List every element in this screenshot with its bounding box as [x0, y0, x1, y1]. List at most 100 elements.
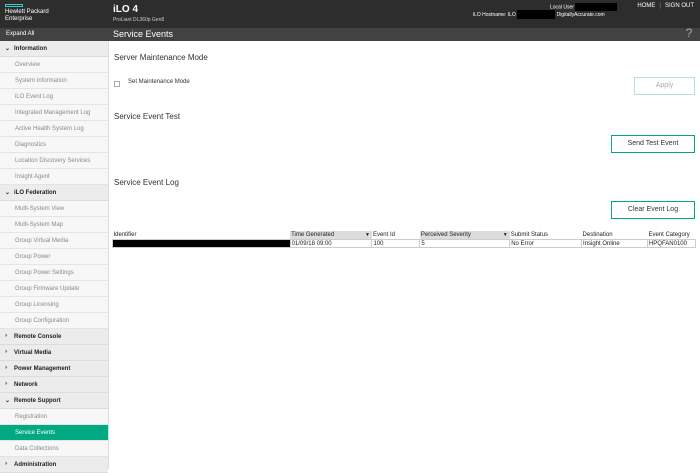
sidebar-item-overview[interactable]: Overview: [0, 57, 108, 73]
product-name: iLO 4: [113, 4, 139, 15]
chevron-right-icon: ›: [5, 349, 7, 355]
expand-all-link[interactable]: Expand All: [6, 31, 34, 37]
maintenance-mode-label: Set Maintenance Mode: [128, 79, 190, 85]
sidebar-item-label: iLO Event Log: [15, 94, 54, 100]
home-link[interactable]: HOME: [637, 3, 655, 9]
chevron-down-icon: ⌄: [5, 46, 11, 52]
sidebar-item-registration[interactable]: Registration: [0, 409, 108, 425]
column-header-identifier[interactable]: Identifier: [113, 231, 291, 240]
sidebar-item-multi-system-view[interactable]: Multi-System View: [0, 201, 108, 217]
sidebar-item-group-configuration[interactable]: Group Configuration: [0, 313, 108, 329]
redacted-block: [517, 10, 556, 19]
table-cell-identifier: [112, 239, 291, 248]
sidebar-item-system-information[interactable]: System Information: [0, 73, 108, 89]
hostname-label: iLO Hostname: ILO: [473, 11, 516, 18]
sidebar-group-remote-support[interactable]: ⌄ Remote Support: [0, 393, 108, 409]
sidebar-item-multi-system-map[interactable]: Multi-System Map: [0, 217, 108, 233]
log-title: Service Event Log: [114, 178, 179, 187]
sidebar-item-insight-agent[interactable]: Insight Agent: [0, 169, 108, 185]
sidebar-item-label: Service Events: [15, 430, 56, 436]
table-cell-destination: Insight Online: [581, 239, 648, 248]
help-icon[interactable]: ?: [683, 26, 695, 40]
redacted-block: [575, 3, 618, 11]
sidebar-item-label: Multi-System Map: [15, 222, 64, 228]
hpe-logo: Hewlett Packard Enterprise: [5, 4, 75, 23]
column-header-label: Time Generated: [291, 232, 335, 238]
clear-event-log-button[interactable]: Clear Event Log: [611, 201, 695, 219]
sidebar-item-active-health-system-log[interactable]: Active Health System Log: [0, 121, 108, 137]
sidebar-group-power-management[interactable]: › Power Management: [0, 361, 108, 377]
sidebar-item-label: Diagnostics: [15, 142, 47, 148]
page-title: Service Events: [113, 29, 174, 39]
sidebar-item-label: Active Health System Log: [15, 126, 84, 132]
chevron-right-icon: ›: [5, 333, 7, 339]
sidebar-group-label: Power Management: [14, 366, 71, 372]
sidebar-item-integrated-management-log[interactable]: Integrated Management Log: [0, 105, 108, 121]
top-links: HOME | SIGN OUT: [637, 3, 694, 9]
maintenance-mode-checkbox[interactable]: [114, 81, 120, 87]
sidebar-group-network[interactable]: › Network: [0, 377, 108, 393]
sidebar-group-information[interactable]: ⌄ Information: [0, 41, 108, 57]
column-header-time-generated[interactable]: Time Generated ▼: [290, 231, 372, 240]
server-model: ProLiant DL360p Gen8: [113, 17, 165, 23]
local-user-label: Local User: [550, 4, 574, 11]
sidebar-item-diagnostics[interactable]: Diagnostics: [0, 137, 108, 153]
sidebar-item-location-discovery-services[interactable]: Location Discovery Services: [0, 153, 108, 169]
sidebar-item-data-collections[interactable]: Data Collections: [0, 441, 108, 457]
sidebar-item-label: Group Virtual Media: [15, 238, 69, 244]
sidebar-item-label: Multi-System View: [15, 206, 65, 212]
sidebar-item-label: Location Discovery Services: [15, 158, 91, 164]
sidebar-item-label: Group Power: [15, 254, 51, 260]
sidebar-group-label: Network: [14, 382, 38, 388]
sort-down-icon: ▼: [502, 232, 508, 238]
hpe-logo-mark-icon: [5, 4, 23, 7]
top-bar: Hewlett Packard Enterprise iLO 4 ProLian…: [0, 0, 700, 28]
sidebar-item-label: Group Firmware Update: [15, 286, 80, 292]
column-header-event-category[interactable]: Event Category: [647, 231, 695, 240]
table-row[interactable]: 01/09/18 09:00 100 5 No Error Insight On…: [112, 239, 697, 248]
table-cell-event-id: 100: [371, 239, 421, 248]
sidebar-group-label: iLO Federation: [14, 190, 57, 196]
column-header-perceived-severity[interactable]: Perceived Severity ▼: [419, 231, 510, 240]
sidebar-item-group-firmware-update[interactable]: Group Firmware Update: [0, 281, 108, 297]
chevron-right-icon: ›: [5, 461, 7, 467]
apply-button[interactable]: Apply: [634, 77, 695, 95]
sidebar-group-ilo-federation[interactable]: ⌄ iLO Federation: [0, 185, 108, 201]
local-user: Local User: [550, 3, 618, 11]
sidebar-group-label: Administration: [14, 462, 57, 468]
table-header-row: Identifier Time Generated ▼ Event Id Perc…: [113, 231, 696, 240]
sidebar-item-label: Insight Agent: [15, 174, 50, 180]
sidebar-item-label: Group Licensing: [15, 302, 59, 308]
sidebar-item-label: Group Power Settings: [15, 270, 74, 276]
sidebar-item-ilo-event-log[interactable]: iLO Event Log: [0, 89, 108, 105]
column-header-event-id[interactable]: Event Id: [372, 231, 420, 240]
sidebar-item-group-power[interactable]: Group Power: [0, 249, 108, 265]
sidebar-item-group-licensing[interactable]: Group Licensing: [0, 297, 108, 313]
column-header-submit-status[interactable]: Submit Status: [510, 231, 582, 240]
sidebar-group-administration[interactable]: › Administration: [0, 457, 108, 473]
sidebar-item-label: System Information: [15, 78, 67, 84]
sidebar-group-label: Virtual Media: [14, 350, 52, 356]
sidebar-item-label: Integrated Management Log: [15, 110, 91, 116]
sidebar-item-label: Group Configuration: [15, 318, 70, 324]
sidebar-item-service-events[interactable]: Service Events: [0, 425, 108, 441]
sign-out-link[interactable]: SIGN OUT: [665, 3, 694, 9]
table-cell-event-category: HPQFAN0100: [646, 239, 697, 248]
sidebar-group-virtual-media[interactable]: › Virtual Media: [0, 345, 108, 361]
sidebar-group-label: Remote Console: [14, 334, 62, 340]
sidebar-item-group-power-settings[interactable]: Group Power Settings: [0, 265, 108, 281]
sidebar-item-label: Registration: [15, 414, 48, 420]
sidebar-item-label: Overview: [15, 62, 41, 68]
sort-down-icon: ▼: [365, 232, 370, 238]
sub-bar: Expand All: [0, 28, 700, 41]
send-test-event-button[interactable]: Send Test Event: [611, 135, 695, 153]
column-header-destination[interactable]: Destination: [582, 231, 648, 240]
chevron-down-icon: ⌄: [5, 190, 11, 196]
table-cell-perceived-severity: 5: [419, 239, 511, 248]
chevron-right-icon: ›: [5, 365, 7, 371]
table-cell-submit-status: No Error: [509, 239, 583, 248]
sidebar-group-remote-console[interactable]: › Remote Console: [0, 329, 108, 345]
chevron-right-icon: ›: [5, 381, 7, 387]
sidebar-group-label: Information: [14, 46, 47, 52]
sidebar-item-group-virtual-media[interactable]: Group Virtual Media: [0, 233, 108, 249]
